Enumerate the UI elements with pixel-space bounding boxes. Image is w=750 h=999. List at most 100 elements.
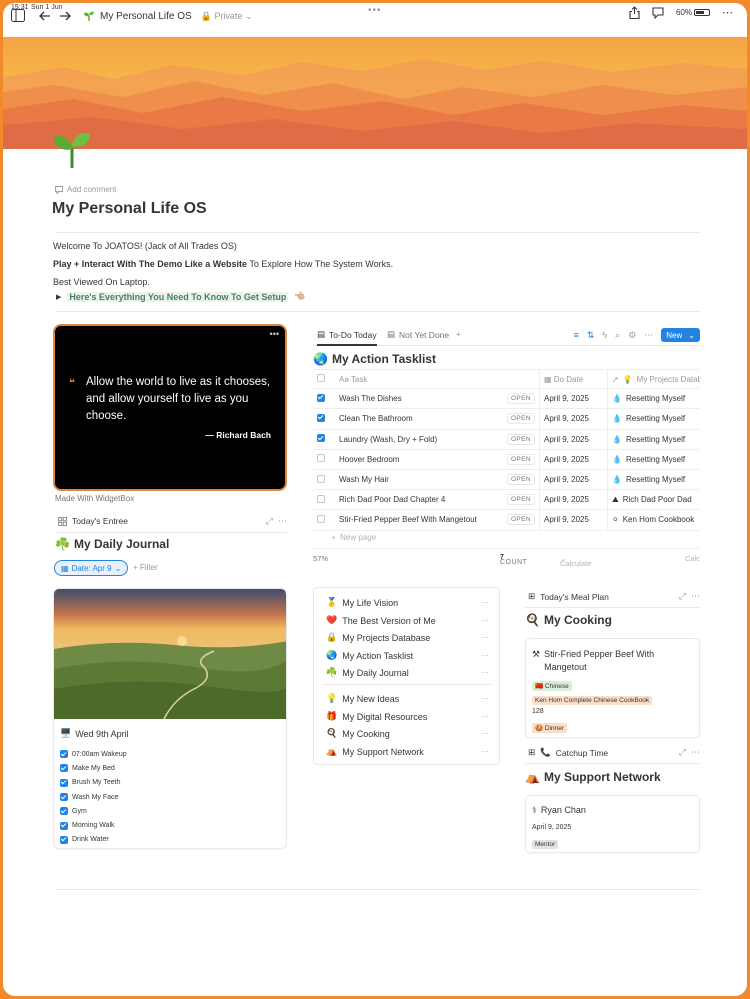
task-name[interactable]: Clean The Bathroom bbox=[339, 414, 413, 423]
add-comment-button[interactable]: Add comment bbox=[55, 185, 116, 194]
table-row[interactable]: Laundry (Wash, Dry + Fold) OPEN April 9, … bbox=[313, 429, 700, 450]
task-project[interactable]: 💧 Resetting Myself bbox=[608, 470, 700, 489]
more-icon[interactable]: ⋯ bbox=[481, 694, 489, 703]
calculate-dropdown[interactable]: Calculate ⌄ bbox=[560, 554, 591, 568]
tab-to-do-today[interactable]: ▤ To-Do Today bbox=[317, 329, 377, 346]
table-row[interactable]: Rich Dad Poor Dad Chapter 4 OPEN April 9,… bbox=[313, 490, 700, 511]
more-icon[interactable]: ⋯ bbox=[481, 651, 489, 660]
more-icon[interactable]: ⋯ bbox=[644, 330, 653, 341]
table-row[interactable]: Wash My Hair OPEN April 9, 2025 💧 Resettin… bbox=[313, 469, 700, 491]
task-checkbox[interactable] bbox=[317, 393, 325, 402]
seedling-page-icon[interactable] bbox=[51, 128, 93, 170]
setup-toggle[interactable]: ▶ Here's Everything You Need To Know To … bbox=[56, 291, 306, 302]
column-projects[interactable]: ↗ 💡 My Projects Datab bbox=[608, 370, 700, 388]
task-name[interactable]: Wash My Hair bbox=[339, 475, 389, 484]
search-icon[interactable]: ⌕ bbox=[615, 330, 620, 341]
checkbox[interactable] bbox=[60, 778, 68, 787]
checklist-item[interactable]: Drink Water bbox=[60, 833, 127, 847]
tasks-title[interactable]: 🌏 My Action Tasklist bbox=[313, 352, 436, 366]
task-project[interactable]: ⛰ Rich Dad Poor Dad bbox=[608, 490, 700, 509]
task-name[interactable]: Wash The Dishes bbox=[339, 394, 402, 403]
task-date[interactable]: April 9, 2025 bbox=[540, 429, 608, 449]
task-project[interactable]: 💧 Resetting Myself bbox=[608, 430, 700, 449]
journal-entry-card[interactable]: 🖥️ Wed 9th April 07:00am Wakeup Make My … bbox=[53, 588, 287, 849]
open-button[interactable]: OPEN bbox=[506, 413, 535, 425]
menu-item-support[interactable]: ⛺ My Support Network ⋯ bbox=[326, 746, 491, 757]
setup-link[interactable]: Here's Everything You Need To Know To Ge… bbox=[67, 291, 289, 302]
task-date[interactable]: April 9, 2025 bbox=[540, 490, 608, 510]
task-date[interactable]: April 9, 2025 bbox=[540, 449, 608, 469]
add-view-button[interactable]: + bbox=[456, 329, 461, 339]
journal-title[interactable]: ☘️ My Daily Journal bbox=[55, 537, 169, 551]
task-checkbox[interactable] bbox=[317, 474, 325, 483]
task-date[interactable]: April 9, 2025 bbox=[540, 389, 608, 409]
support-view-header[interactable]: ⊞ 📞 Catchup Time ⤢ ⋯ bbox=[528, 747, 700, 758]
task-project[interactable]: 💧 Resetting Myself bbox=[608, 450, 700, 469]
toggle-triangle-icon[interactable]: ▶ bbox=[56, 293, 61, 301]
checklist-item[interactable]: Morning Walk bbox=[60, 818, 127, 832]
table-row[interactable]: Clean The Bathroom OPEN April 9, 2025 💧 Re… bbox=[313, 409, 700, 430]
menu-item-life-vision[interactable]: 🥇 My Life Vision ⋯ bbox=[326, 597, 491, 608]
percent-complete[interactable]: 57% bbox=[313, 554, 328, 563]
new-page-button[interactable]: + New page bbox=[331, 533, 376, 542]
sidebar-toggle-icon[interactable] bbox=[11, 9, 25, 22]
menu-item-ideas[interactable]: 💡 My New Ideas ⋯ bbox=[326, 693, 491, 704]
back-arrow-icon[interactable] bbox=[39, 11, 51, 21]
open-button[interactable]: OPEN bbox=[506, 514, 535, 526]
quote-widget[interactable]: ••• ❝ Allow the world to live as it choo… bbox=[53, 324, 287, 491]
more-icon[interactable]: ⋯ bbox=[481, 598, 489, 607]
more-icon[interactable]: ⋯ bbox=[481, 729, 489, 738]
menu-item-projects[interactable]: 🔒 My Projects Database ⋯ bbox=[326, 632, 491, 643]
open-button[interactable]: OPEN bbox=[506, 494, 535, 506]
privacy-label[interactable]: 🔒 Private ⌄ bbox=[201, 11, 253, 22]
recipe-card[interactable]: ⚒ Stir-Fried Pepper Beef With Mangetout … bbox=[525, 638, 700, 738]
cooking-title[interactable]: 🍳 My Cooking bbox=[525, 613, 612, 627]
task-name[interactable]: Rich Dad Poor Dad Chapter 4 bbox=[339, 495, 445, 504]
date-filter-chip[interactable]: ▦ Date: Apr 9 ⌄ bbox=[54, 560, 129, 576]
settings-icon[interactable]: ⚙ bbox=[628, 330, 636, 341]
tab-not-yet-done[interactable]: ▤ Not Yet Done bbox=[387, 329, 449, 340]
menu-item-resources[interactable]: 🎁 My Digital Resources ⋯ bbox=[326, 711, 491, 722]
more-icon[interactable]: ⋯ bbox=[481, 616, 489, 625]
column-do-date[interactable]: ▦ Do Date bbox=[540, 370, 608, 389]
checklist-item[interactable]: Gym bbox=[60, 804, 127, 818]
automation-icon[interactable]: ϟ bbox=[602, 330, 607, 340]
count-calc[interactable]: COUNT 7 bbox=[500, 554, 527, 566]
task-checkbox[interactable] bbox=[317, 494, 325, 503]
select-all-checkbox[interactable] bbox=[313, 374, 335, 384]
checkbox[interactable] bbox=[60, 835, 68, 844]
more-icon[interactable]: ⋯ bbox=[481, 747, 489, 756]
window-grabber[interactable]: ••• bbox=[368, 5, 382, 16]
comments-icon[interactable] bbox=[652, 6, 664, 19]
task-checkbox[interactable] bbox=[317, 514, 325, 523]
checkbox[interactable] bbox=[317, 374, 325, 383]
open-button[interactable]: OPEN bbox=[506, 433, 535, 445]
forward-arrow-icon[interactable] bbox=[59, 11, 71, 21]
calculate-dropdown-clipped[interactable]: Calc bbox=[685, 554, 700, 563]
task-name[interactable]: Laundry (Wash, Dry + Fold) bbox=[339, 435, 437, 444]
task-project[interactable]: ⚪ Ken Hom Cookbook bbox=[608, 510, 700, 529]
table-row[interactable]: Stir-Fried Pepper Beef With Mangetout OPE… bbox=[313, 510, 700, 531]
task-name[interactable]: Hoover Bedroom bbox=[339, 455, 399, 464]
support-title[interactable]: ⛺ My Support Network bbox=[525, 770, 661, 784]
table-row[interactable]: Hoover Bedroom OPEN April 9, 2025 💧 Resett… bbox=[313, 449, 700, 470]
task-date[interactable]: April 9, 2025 bbox=[540, 469, 608, 490]
menu-item-journal[interactable]: ☘️ My Daily Journal ⋯ bbox=[326, 667, 491, 678]
task-date[interactable]: April 9, 2025 bbox=[540, 409, 608, 429]
checklist-item[interactable]: Brush My Teeth bbox=[60, 776, 127, 790]
task-project[interactable]: 💧 Resetting Myself bbox=[608, 409, 700, 428]
checkbox[interactable] bbox=[60, 764, 68, 773]
expand-icon[interactable]: ⤢ ⋯ bbox=[679, 591, 700, 602]
share-icon[interactable] bbox=[629, 6, 640, 19]
new-button[interactable]: New ⌄ bbox=[661, 328, 700, 342]
task-name[interactable]: Stir-Fried Pepper Beef With Mangetout bbox=[339, 515, 477, 524]
menu-item-best-version[interactable]: ❤️ The Best Version of Me ⋯ bbox=[326, 615, 491, 626]
task-checkbox[interactable] bbox=[317, 454, 325, 463]
checklist-item[interactable]: Make My Bed bbox=[60, 761, 127, 775]
checklist-item[interactable]: 07:00am Wakeup bbox=[60, 747, 127, 761]
checkbox[interactable] bbox=[60, 793, 68, 802]
page-title[interactable]: My Personal Life OS bbox=[52, 200, 207, 218]
widget-menu-icon[interactable]: ••• bbox=[270, 329, 279, 339]
breadcrumb[interactable]: My Personal Life OS 🔒 Private ⌄ bbox=[83, 10, 253, 22]
more-options-icon[interactable]: ⋯ bbox=[722, 6, 733, 19]
